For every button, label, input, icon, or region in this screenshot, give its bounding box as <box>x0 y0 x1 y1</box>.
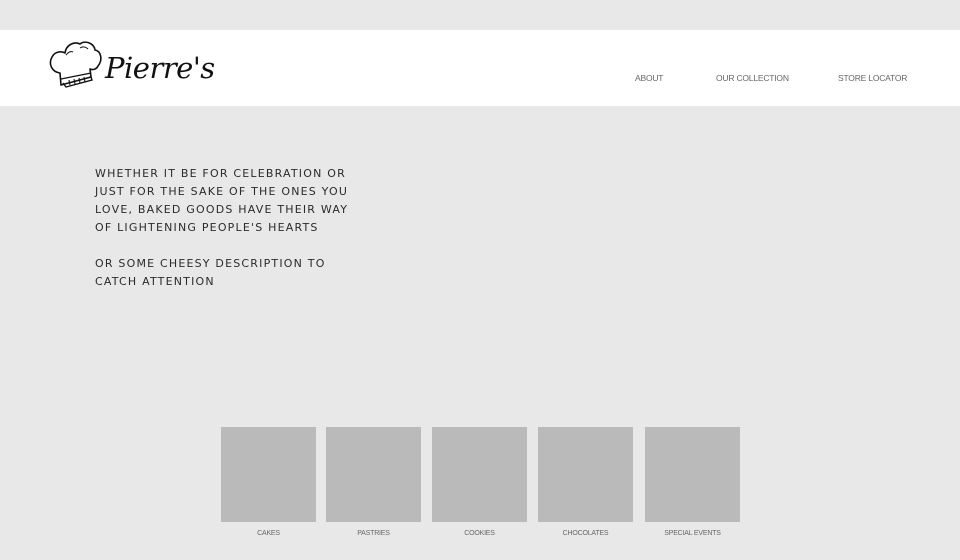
category-label: COOKIES <box>464 530 495 537</box>
category-special-events[interactable]: SPECIAL EVENTS <box>645 427 740 538</box>
category-label: CAKES <box>257 530 280 537</box>
category-image-placeholder <box>221 427 316 522</box>
category-label: PASTRIES <box>357 530 390 537</box>
category-label: CHOCOLATES <box>562 530 609 537</box>
category-image-placeholder <box>645 427 740 522</box>
category-chocolates[interactable]: CHOCOLATES <box>538 427 633 538</box>
category-pastries[interactable]: PASTRIES <box>326 427 421 538</box>
category-image-placeholder <box>538 427 633 522</box>
hero-text: WHETHER IT BE FOR CELEBRATION OR JUST FO… <box>95 165 365 309</box>
main-nav: ABOUT OUR COLLECTION STORE LOCATOR <box>0 72 960 84</box>
category-cakes[interactable]: CAKES <box>221 427 316 538</box>
category-image-placeholder <box>326 427 421 522</box>
category-label: SPECIAL EVENTS <box>664 530 721 537</box>
hero-paragraph-2: OR SOME CHEESY DESCRIPTION TO CATCH ATTE… <box>95 257 326 288</box>
chef-hat-icon <box>49 41 102 88</box>
nav-store-locator[interactable]: STORE LOCATOR <box>838 72 907 84</box>
site-header: Pierre's ABOUT OUR COLLECTION STORE LOCA… <box>0 30 960 106</box>
nav-our-collection[interactable]: OUR COLLECTION <box>716 72 789 84</box>
category-image-placeholder <box>432 427 527 522</box>
category-cookies[interactable]: COOKIES <box>432 427 527 538</box>
logo[interactable] <box>48 38 102 94</box>
hero-paragraph-1: WHETHER IT BE FOR CELEBRATION OR JUST FO… <box>95 167 349 234</box>
nav-about[interactable]: ABOUT <box>635 72 663 84</box>
